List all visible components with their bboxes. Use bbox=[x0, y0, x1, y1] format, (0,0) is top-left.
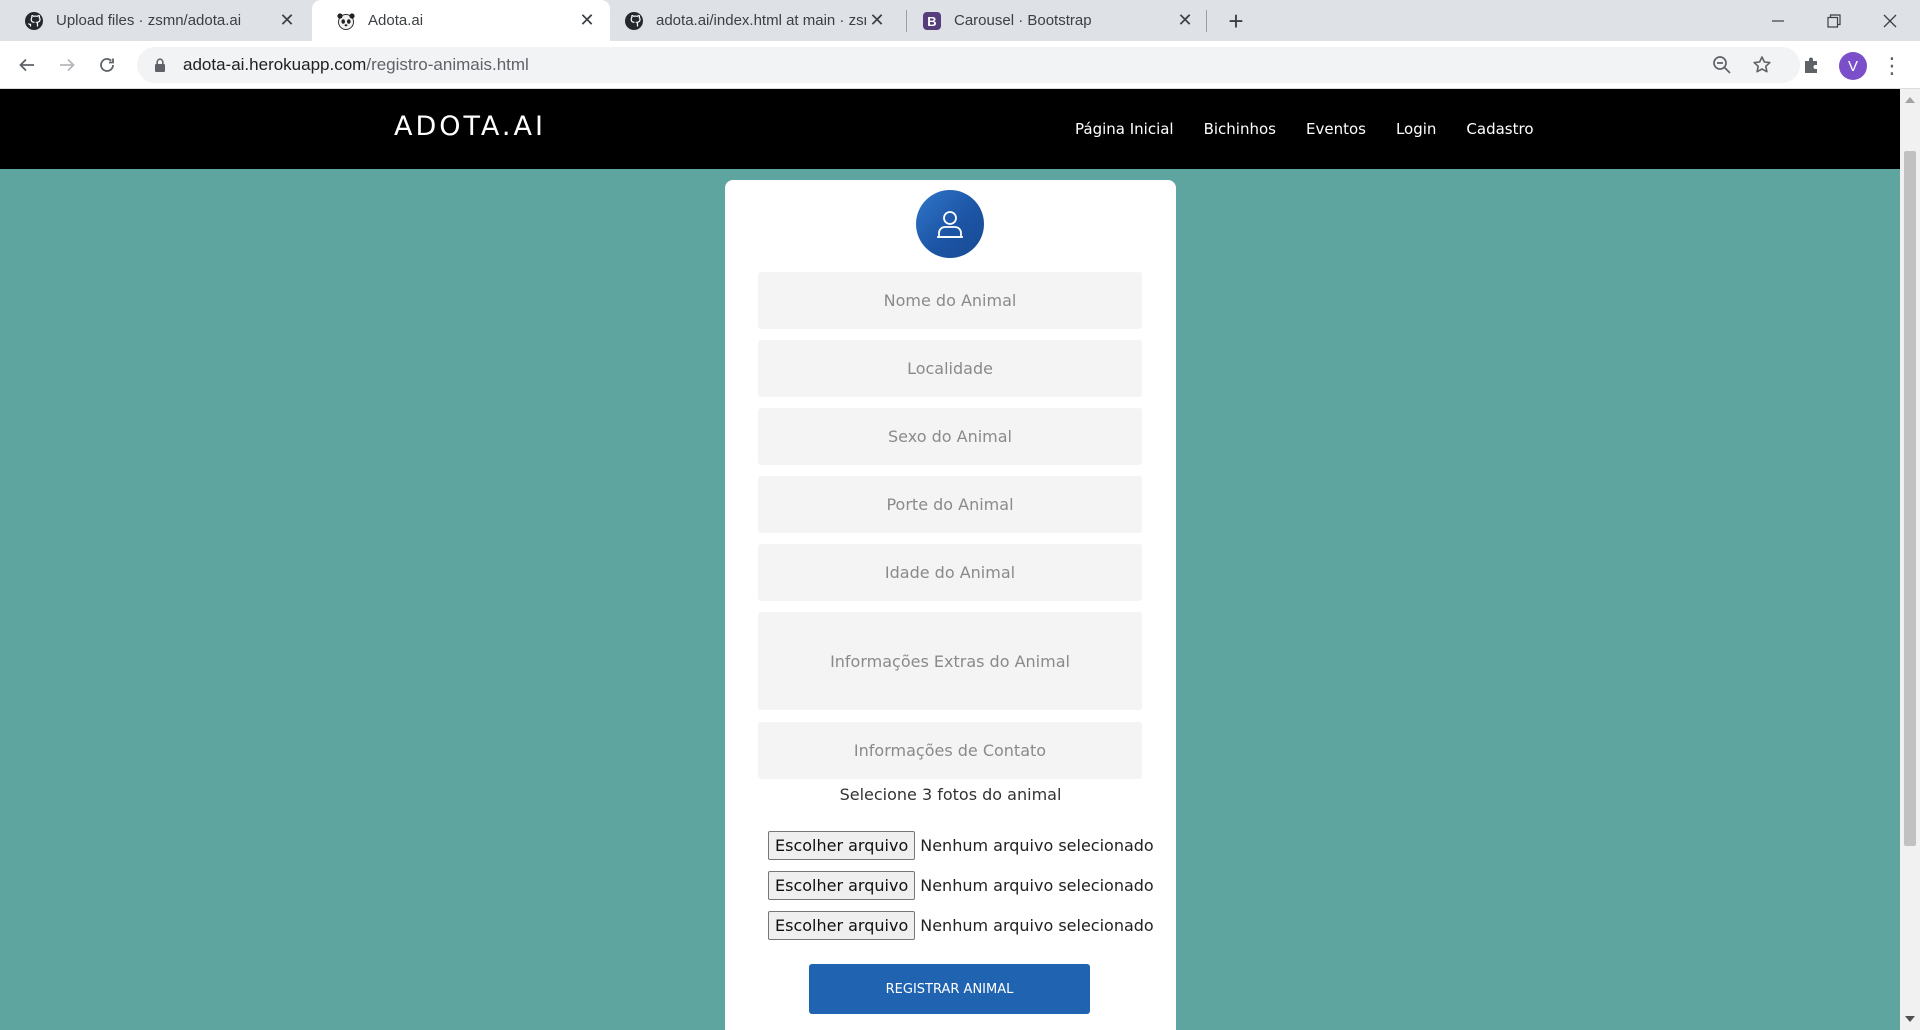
tab-divider bbox=[1206, 10, 1207, 32]
close-tab-icon[interactable]: ✕ bbox=[576, 10, 598, 32]
tab-title: Adota.ai bbox=[368, 12, 424, 29]
animal-registration-card: Nome do Animal Localidade Sexo do Animal… bbox=[725, 180, 1176, 1030]
lock-icon bbox=[153, 57, 169, 73]
zoom-icon[interactable] bbox=[1704, 47, 1740, 83]
nav-link-login[interactable]: Login bbox=[1396, 120, 1436, 138]
animal-sex-input[interactable]: Sexo do Animal bbox=[758, 408, 1142, 465]
contact-info-input[interactable]: Informações de Contato bbox=[758, 722, 1142, 779]
browser-tab-index-html[interactable]: adota.ai/index.html at main · zsm ✕ bbox=[600, 0, 900, 41]
browser-tab-upload-files[interactable]: Upload files · zsmn/adota.ai ✕ bbox=[0, 0, 310, 41]
nav-link-cadastro[interactable]: Cadastro bbox=[1466, 120, 1533, 138]
forward-arrow-icon[interactable] bbox=[51, 49, 83, 81]
url-text: adota-ai.herokuapp.com/registro-animais.… bbox=[183, 55, 529, 75]
user-avatar-icon bbox=[916, 190, 984, 258]
tab-title: Carousel · Bootstrap bbox=[954, 12, 1092, 29]
site-navbar: ADOTA.AI Página Inicial Bichinhos Evento… bbox=[0, 89, 1900, 169]
minimize-window-button[interactable] bbox=[1750, 0, 1806, 41]
nav-link-pagina-inicial[interactable]: Página Inicial bbox=[1075, 120, 1174, 138]
panda-icon bbox=[336, 11, 356, 31]
browser-tab-strip: Upload files · zsmn/adota.ai ✕ Adota.ai … bbox=[0, 0, 1920, 41]
choose-file-button[interactable]: Escolher arquivo bbox=[768, 870, 916, 900]
bookmark-star-icon[interactable] bbox=[1744, 47, 1780, 83]
browser-menu-icon[interactable]: ⋮ bbox=[1880, 48, 1904, 84]
address-bar[interactable]: adota-ai.herokuapp.com/registro-animais.… bbox=[137, 47, 1800, 83]
tab-title: Upload files · zsmn/adota.ai bbox=[56, 12, 242, 29]
scroll-up-arrow-icon[interactable] bbox=[1905, 97, 1915, 103]
file-status-text: Nenhum arquivo selecionado bbox=[920, 915, 1154, 935]
nav-link-bichinhos[interactable]: Bichinhos bbox=[1204, 120, 1276, 138]
svg-text:B: B bbox=[927, 14, 936, 29]
animal-name-input[interactable]: Nome do Animal bbox=[758, 272, 1142, 329]
file-status-text: Nenhum arquivo selecionado bbox=[920, 835, 1154, 855]
animal-size-input[interactable]: Porte do Animal bbox=[758, 476, 1142, 533]
close-tab-icon[interactable]: ✕ bbox=[276, 10, 298, 32]
site-nav-links: Página Inicial Bichinhos Eventos Login C… bbox=[1075, 120, 1564, 138]
animal-age-input[interactable]: Idade do Animal bbox=[758, 544, 1142, 601]
reload-icon[interactable] bbox=[91, 49, 123, 81]
browser-toolbar: adota-ai.herokuapp.com/registro-animais.… bbox=[0, 41, 1920, 89]
choose-file-button[interactable]: Escolher arquivo bbox=[768, 910, 916, 940]
file-input-2: Escolher arquivo Nenhum arquivo selecion… bbox=[768, 870, 1154, 900]
location-input[interactable]: Localidade bbox=[758, 340, 1142, 397]
file-input-3: Escolher arquivo Nenhum arquivo selecion… bbox=[768, 910, 1154, 940]
choose-file-button[interactable]: Escolher arquivo bbox=[768, 830, 916, 860]
new-tab-button[interactable]: + bbox=[1221, 6, 1251, 36]
profile-avatar[interactable]: V bbox=[1839, 52, 1867, 80]
extra-info-textarea[interactable]: Informações Extras do Animal bbox=[758, 612, 1142, 710]
site-brand-logo[interactable]: ADOTA.AI bbox=[394, 111, 546, 142]
page-scrollbar[interactable] bbox=[1900, 89, 1920, 1030]
restore-window-button[interactable] bbox=[1806, 0, 1862, 41]
close-tab-icon[interactable]: ✕ bbox=[1174, 10, 1196, 32]
file-input-1: Escolher arquivo Nenhum arquivo selecion… bbox=[768, 830, 1154, 860]
scroll-down-arrow-icon[interactable] bbox=[1905, 1016, 1915, 1022]
github-icon bbox=[624, 11, 644, 31]
file-status-text: Nenhum arquivo selecionado bbox=[920, 875, 1154, 895]
photos-label: Selecione 3 fotos do animal bbox=[839, 785, 1062, 804]
close-tab-icon[interactable]: ✕ bbox=[866, 10, 888, 32]
close-window-button[interactable] bbox=[1862, 0, 1918, 41]
browser-tab-carousel-bootstrap[interactable]: B Carousel · Bootstrap ✕ bbox=[898, 0, 1208, 41]
browser-tab-adota[interactable]: Adota.ai ✕ bbox=[312, 0, 610, 41]
url-path: /registro-animais.html bbox=[366, 55, 529, 74]
github-icon bbox=[24, 11, 44, 31]
back-arrow-icon[interactable] bbox=[11, 49, 43, 81]
scrollbar-thumb[interactable] bbox=[1904, 151, 1916, 846]
register-animal-button[interactable]: REGISTRAR ANIMAL bbox=[809, 964, 1090, 1014]
extensions-puzzle-icon[interactable] bbox=[1794, 47, 1830, 83]
url-host: adota-ai.herokuapp.com bbox=[183, 55, 367, 74]
tab-title: adota.ai/index.html at main · zsm bbox=[656, 12, 866, 29]
bootstrap-icon: B bbox=[922, 11, 942, 31]
nav-link-eventos[interactable]: Eventos bbox=[1306, 120, 1366, 138]
